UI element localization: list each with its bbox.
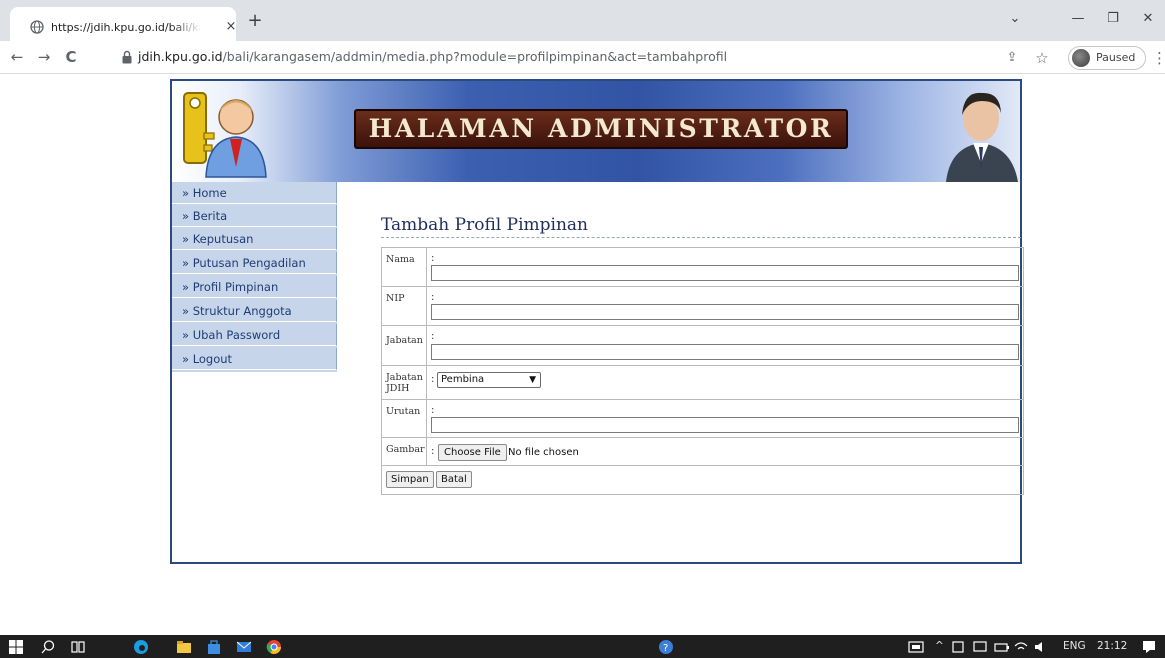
address-path: /bali/karangasem/addmin/media.php?module… xyxy=(222,49,728,64)
sidebar: » Home » Berita » Keputusan » Putusan Pe… xyxy=(172,182,337,372)
profil-form: Nama : NIP : Jabatan : Jabatan JDIH : Pe… xyxy=(381,247,1024,495)
form-row-actions: Simpan Batal xyxy=(382,466,1023,494)
close-window-icon[interactable]: ✕ xyxy=(1133,8,1163,30)
sidebar-item-ubah-password[interactable]: » Ubah Password xyxy=(172,324,337,346)
sidebar-item-berita[interactable]: » Berita xyxy=(172,205,337,227)
urutan-field[interactable] xyxy=(431,417,1019,433)
colon: : xyxy=(431,405,435,416)
profile-button[interactable]: Paused xyxy=(1068,46,1146,70)
windows-start-icon[interactable] xyxy=(8,639,24,655)
colon: : xyxy=(431,331,435,342)
colon: : xyxy=(431,374,435,385)
form-row-nama: Nama : xyxy=(382,248,1023,287)
windows-taskbar: ? ^ ENG 21:12 xyxy=(0,635,1165,658)
tab-search-icon[interactable]: ⌄ xyxy=(1000,8,1030,30)
jabatan-jdih-selected: Pembina xyxy=(441,374,485,385)
colon: : xyxy=(431,292,435,303)
banner-title-box: HALAMAN ADMINISTRATOR xyxy=(354,109,848,149)
sidebar-item-logout[interactable]: » Logout xyxy=(172,348,337,370)
choose-file-button[interactable]: Choose File xyxy=(438,444,507,461)
colon: : xyxy=(431,446,435,457)
edge-icon[interactable] xyxy=(133,639,149,655)
jabatan-jdih-select[interactable]: Pembina ▼ xyxy=(437,372,541,388)
keyboard-icon[interactable] xyxy=(908,639,924,655)
form-row-gambar: Gambar : Choose File No file chosen xyxy=(382,438,1023,466)
file-status: No file chosen xyxy=(508,447,579,458)
file-explorer-icon[interactable] xyxy=(176,639,192,655)
minimize-icon[interactable]: — xyxy=(1063,8,1093,30)
battery-icon[interactable] xyxy=(994,639,1010,655)
nip-field[interactable] xyxy=(431,304,1019,320)
svg-text:?: ? xyxy=(663,643,668,654)
admin-banner: HALAMAN ADMINISTRATOR xyxy=(172,81,1020,182)
sidebar-item-putusan-pengadilan[interactable]: » Putusan Pengadilan xyxy=(172,252,337,274)
volume-icon[interactable] xyxy=(1033,639,1049,655)
form-row-nip: NIP : xyxy=(382,287,1023,326)
globe-icon xyxy=(30,20,44,34)
chrome-icon[interactable] xyxy=(266,639,282,655)
input-language[interactable]: ENG xyxy=(1063,639,1086,654)
help-icon[interactable]: ? xyxy=(658,639,674,655)
form-row-urutan: Urutan : xyxy=(382,400,1023,438)
new-tab-icon[interactable]: + xyxy=(245,11,265,31)
gambar-label: Gambar xyxy=(382,438,427,465)
lock-icon xyxy=(122,50,132,64)
tray-display-icon[interactable] xyxy=(972,639,988,655)
tab-close-icon[interactable]: × xyxy=(223,19,239,35)
jabatan-jdih-label: Jabatan JDIH xyxy=(382,366,427,399)
bookmark-star-icon[interactable]: ☆ xyxy=(1033,49,1051,67)
share-icon[interactable]: ⇪ xyxy=(1003,49,1021,67)
address-host: jdih.kpu.go.id xyxy=(138,49,223,64)
sidebar-item-profil-pimpinan[interactable]: » Profil Pimpinan xyxy=(172,276,337,298)
banner-title: HALAMAN ADMINISTRATOR xyxy=(368,114,834,143)
clock[interactable]: 21:12 xyxy=(1097,639,1127,654)
restore-icon[interactable]: ❐ xyxy=(1098,8,1128,30)
address-text: jdih.kpu.go.id/bali/karangasem/addmin/me… xyxy=(138,48,727,66)
tray-app-icon[interactable] xyxy=(950,639,966,655)
browser-tab[interactable]: https://jdih.kpu.go.id/bali/karangasem/a… xyxy=(10,7,236,41)
form-row-jabatan-jdih: Jabatan JDIH : Pembina ▼ xyxy=(382,366,1023,400)
address-bar[interactable]: jdih.kpu.go.id/bali/karangasem/addmin/me… xyxy=(113,44,1003,70)
tab-title: https://jdih.kpu.go.id/bali/karangasem/a… xyxy=(51,21,201,34)
task-view-icon[interactable] xyxy=(70,639,86,655)
mail-icon[interactable] xyxy=(236,639,252,655)
urutan-label: Urutan xyxy=(382,400,427,437)
batal-button[interactable]: Batal xyxy=(436,471,472,488)
chevron-down-icon: ▼ xyxy=(529,375,536,385)
browser-tabstrip: https://jdih.kpu.go.id/bali/karangasem/a… xyxy=(0,0,1165,41)
profile-label: Paused xyxy=(1096,51,1136,64)
title-divider xyxy=(381,237,1021,238)
forward-icon[interactable]: → xyxy=(33,46,55,68)
back-icon[interactable]: ← xyxy=(6,46,28,68)
admin-page: HALAMAN ADMINISTRATOR » Home » Berita » … xyxy=(170,79,1024,564)
jabatan-label: Jabatan xyxy=(382,326,427,365)
nama-field[interactable] xyxy=(431,265,1019,281)
browser-toolbar: ← → C jdih.kpu.go.id/bali/karangasem/add… xyxy=(0,41,1165,74)
keys-user-icon xyxy=(183,92,267,178)
avatar xyxy=(1072,49,1090,67)
nama-label: Nama xyxy=(382,248,427,286)
wifi-icon[interactable] xyxy=(1013,639,1029,655)
search-icon[interactable] xyxy=(40,639,56,655)
sidebar-item-keputusan[interactable]: » Keputusan xyxy=(172,228,337,250)
reload-icon[interactable]: C xyxy=(60,46,82,68)
sidebar-item-struktur-anggota[interactable]: » Struktur Anggota xyxy=(172,300,337,322)
store-icon[interactable] xyxy=(206,639,222,655)
notifications-icon[interactable] xyxy=(1141,639,1157,655)
tray-chevron-up-icon[interactable]: ^ xyxy=(935,639,944,654)
jabatan-field[interactable] xyxy=(431,344,1019,360)
nip-label: NIP xyxy=(382,287,427,325)
sidebar-item-home[interactable]: » Home xyxy=(172,182,337,204)
form-row-jabatan: Jabatan : xyxy=(382,326,1023,366)
browser-menu-icon[interactable]: ⋮ xyxy=(1152,49,1165,67)
administrator-avatar-icon xyxy=(946,92,1018,182)
simpan-button[interactable]: Simpan xyxy=(386,471,434,488)
page-title: Tambah Profil Pimpinan xyxy=(381,215,588,235)
colon: : xyxy=(431,253,435,264)
